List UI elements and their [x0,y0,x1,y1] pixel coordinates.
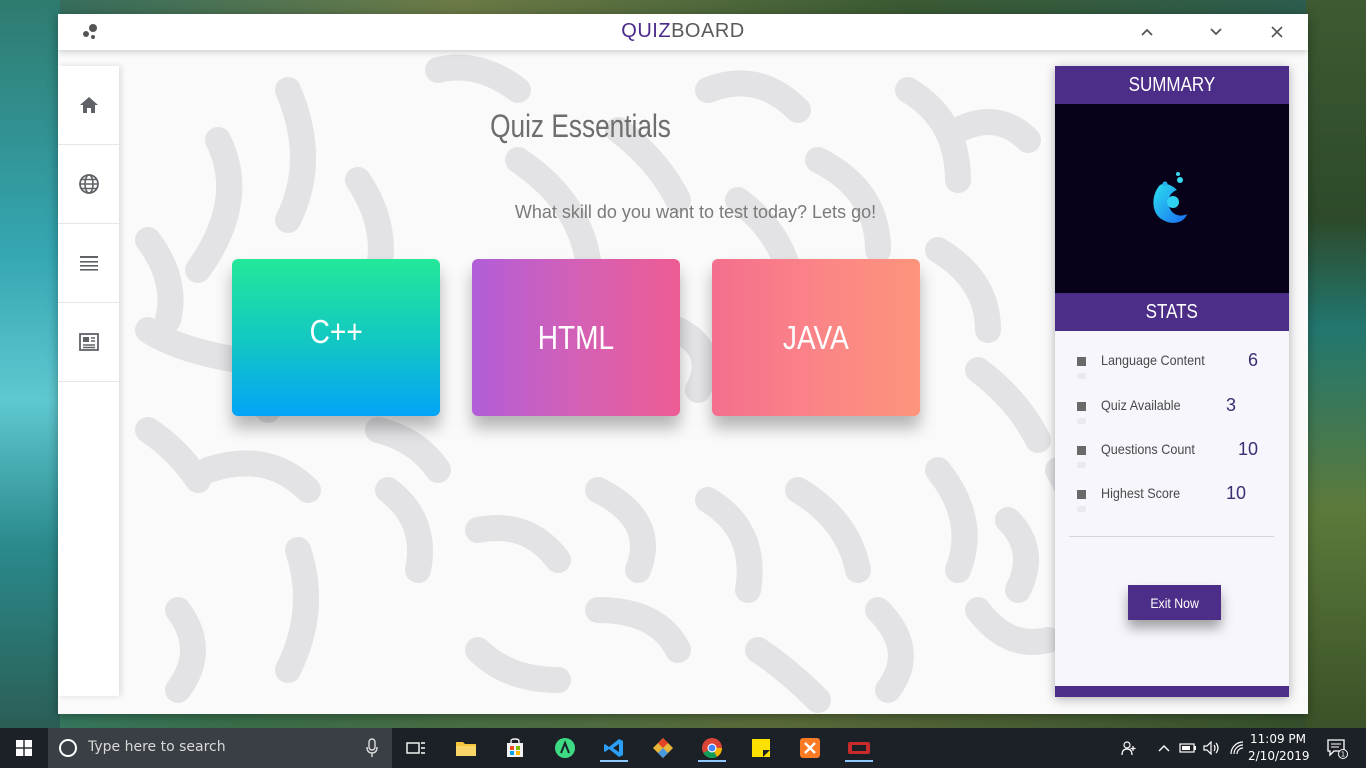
file-explorer-icon[interactable] [452,734,480,762]
exit-button[interactable]: Exit Now [1128,585,1221,620]
windows-logo-icon [16,740,32,756]
stat-label: Questions Count [1101,441,1195,457]
quiz-card-cpp[interactable]: C++ [232,259,440,416]
clock-time: 11:09 PM [1250,732,1306,746]
globe-icon [78,174,99,194]
microphone-icon[interactable] [366,738,378,758]
stat-row: Highest Score 10 [1055,482,1289,512]
task-view-icon[interactable] [402,734,430,762]
app-title: QUIZBOARD [58,20,1308,43]
stats-header: STATS [1055,293,1289,331]
sticky-notes-icon[interactable] [747,734,775,762]
desktop-wallpaper-right [1306,0,1366,728]
quiz-card-label: HTML [537,318,615,356]
cortana-icon [59,739,77,757]
stat-row: Questions Count 10 [1055,438,1289,468]
app-window: QUIZBOARD Quiz Essentials What skill do … [58,14,1308,714]
active-indicator [698,760,726,762]
summary-panel: SUMMARY STATS Language Content 6 Quiz Av… [1055,66,1289,697]
taskbar-clock[interactable]: 11:09 PM 2/10/2019 [1248,731,1310,765]
home-icon [79,97,98,113]
active-indicator [845,760,873,762]
bullet-icon [1077,446,1086,455]
quiz-card-label: C++ [309,312,363,350]
close-icon[interactable] [1264,20,1290,44]
page-title: Quiz Essentials [490,108,671,144]
chevron-up-icon[interactable] [1134,20,1160,44]
taskbar-search-box[interactable]: Type here to search [48,728,392,768]
stat-value: 10 [1226,483,1247,503]
stats-title: STATS [1145,300,1199,323]
wifi-icon[interactable] [1227,728,1247,768]
nav-item-home[interactable] [58,66,119,145]
stat-label: Language Content [1101,352,1205,368]
battery-icon[interactable] [1178,728,1198,768]
quiz-card-label: JAVA [782,318,849,356]
stat-value: 6 [1248,350,1259,370]
git-icon[interactable] [649,734,677,762]
desktop-wallpaper-top [0,0,1366,14]
title-bar[interactable]: QUIZBOARD [58,14,1308,50]
list-icon [79,256,98,271]
summary-footer-bar [1055,686,1289,697]
bullet-shadow [1077,418,1086,424]
side-navigation [58,66,119,696]
chevron-down-icon[interactable] [1203,20,1229,44]
start-button[interactable] [0,728,48,768]
chrome-icon[interactable] [698,734,726,762]
page-subtitle: What skill do you want to test today? Le… [514,202,877,222]
nav-item-news[interactable] [58,303,119,382]
bullet-icon [1077,490,1086,499]
bullet-shadow [1077,373,1086,379]
nav-item-globe[interactable] [58,145,119,224]
bullet-shadow [1077,506,1086,512]
notification-count: 1 [1341,751,1345,759]
bullet-icon [1077,357,1086,366]
search-placeholder: Type here to search [88,739,226,755]
desktop-wallpaper-left [0,0,60,728]
app-icon[interactable] [845,734,873,762]
splash-logo-icon [1153,172,1187,223]
people-icon[interactable] [1117,728,1141,768]
stat-label: Quiz Available [1101,397,1181,413]
clock-date: 2/10/2019 [1248,749,1310,763]
vscode-icon[interactable] [600,734,628,762]
exit-button-label: Exit Now [1150,594,1199,611]
quiz-card-java[interactable]: JAVA [712,259,920,416]
show-hidden-icons-chevron-icon[interactable] [1155,728,1173,768]
stat-row: Quiz Available 3 [1055,394,1289,424]
stat-row: Language Content 6 [1055,349,1289,379]
stat-value: 3 [1226,395,1237,415]
active-indicator [600,760,628,762]
bullet-icon [1077,402,1086,411]
quiz-card-html[interactable]: HTML [472,259,680,416]
action-center-icon[interactable]: 1 [1320,728,1354,768]
summary-title: SUMMARY [1128,73,1216,96]
main-content: Quiz Essentials What skill do you want t… [58,50,1308,714]
app-title-quiz: QUIZ [621,20,672,42]
store-icon[interactable] [501,734,529,762]
windows-taskbar: Type here to search 11:09 PM 2/10/2019 1 [0,728,1366,768]
stat-label: Highest Score [1101,485,1181,501]
summary-header: SUMMARY [1055,66,1289,104]
summary-illustration [1055,104,1289,294]
newspaper-icon [78,333,99,351]
nav-item-list[interactable] [58,224,119,303]
xampp-icon[interactable] [796,734,824,762]
app-title-board: BOARD [671,20,745,42]
android-studio-icon[interactable] [551,734,579,762]
volume-icon[interactable] [1202,728,1222,768]
divider [1069,536,1274,537]
bullet-shadow [1077,462,1086,468]
stat-value: 10 [1238,439,1259,459]
